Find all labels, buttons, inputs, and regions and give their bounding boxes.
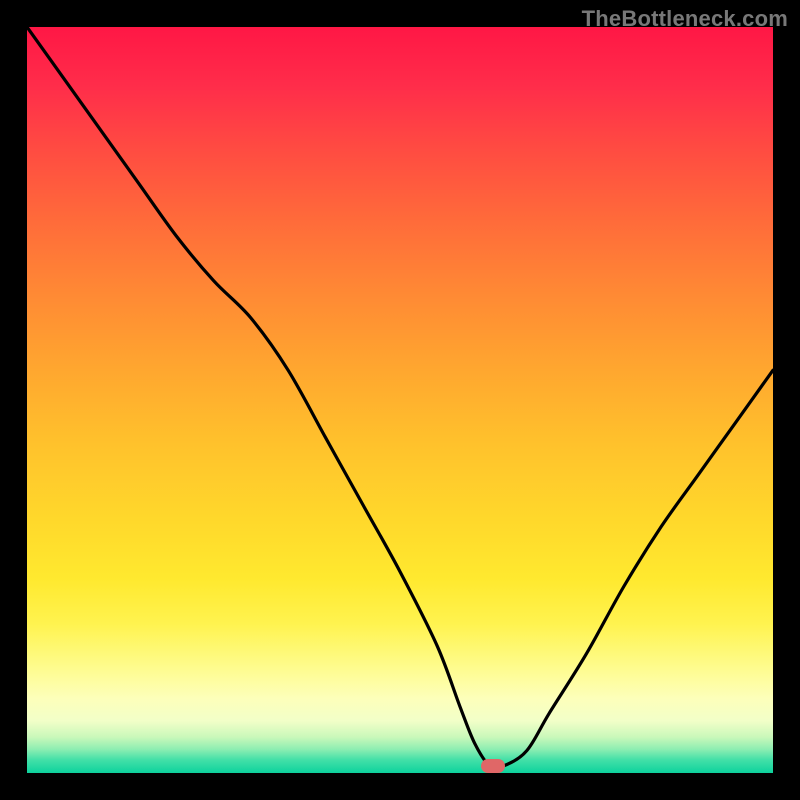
bottleneck-curve-path xyxy=(27,27,773,768)
chart-plot-area xyxy=(27,27,773,773)
chart-stage: TheBottleneck.com xyxy=(0,0,800,800)
optimal-point-marker xyxy=(481,759,505,773)
chart-curve-layer xyxy=(27,27,773,773)
